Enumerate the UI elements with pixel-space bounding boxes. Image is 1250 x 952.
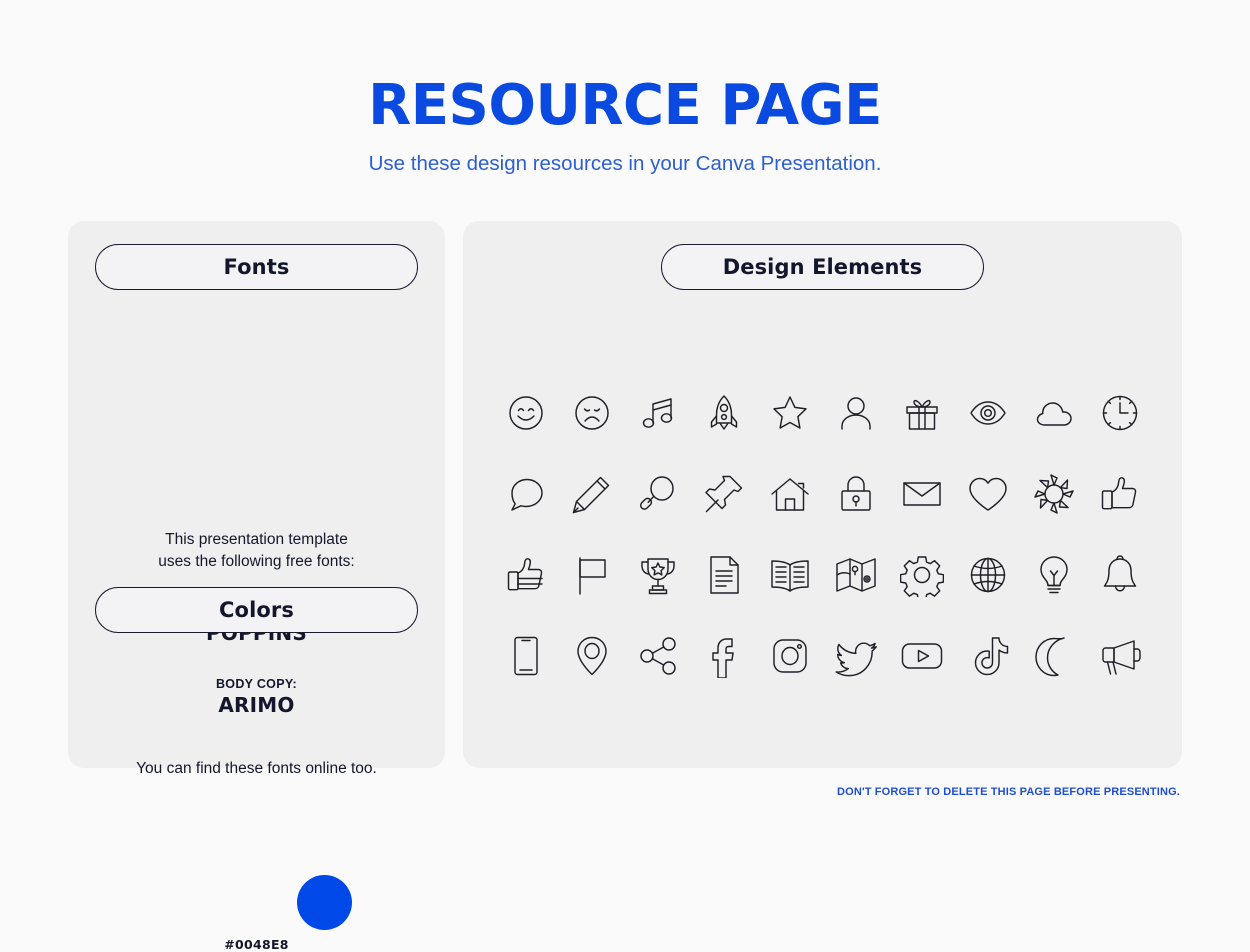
colors-section-heading[interactable]: Colors (95, 587, 418, 633)
house-icon[interactable] (762, 466, 818, 522)
instagram-icon[interactable] (762, 628, 818, 684)
color-hex-label: #0048E8 (224, 937, 289, 952)
smiley-sad-icon[interactable] (564, 385, 620, 441)
phone-icon[interactable] (498, 628, 554, 684)
gear-icon[interactable] (894, 547, 950, 603)
clock-icon[interactable] (1092, 385, 1148, 441)
open-book-icon[interactable] (762, 547, 818, 603)
map-icon[interactable] (828, 547, 884, 603)
gift-icon[interactable] (894, 385, 950, 441)
share-icon[interactable] (630, 628, 686, 684)
body-font-label: BODY COPY: (215, 677, 298, 691)
colors-heading-label: Colors (219, 598, 294, 622)
footer-warning-note: DON'T FORGET TO DELETE THIS PAGE BEFORE … (837, 786, 1180, 798)
document-icon[interactable] (696, 547, 752, 603)
fonts-heading-label: Fonts (223, 255, 290, 279)
pencil-icon[interactable] (564, 466, 620, 522)
thumbs-up-icon[interactable] (1092, 466, 1148, 522)
megaphone-icon[interactable] (1092, 628, 1148, 684)
facebook-icon[interactable] (696, 628, 752, 684)
flag-icon[interactable] (564, 547, 620, 603)
location-pin-icon[interactable] (564, 628, 620, 684)
cloud-icon[interactable] (1026, 385, 1082, 441)
design-elements-icon-grid (493, 372, 1153, 696)
heart-icon[interactable] (960, 466, 1016, 522)
youtube-icon[interactable] (894, 628, 950, 684)
thumbs-up-icon[interactable] (498, 547, 554, 603)
globe-icon[interactable] (960, 547, 1016, 603)
twitter-icon[interactable] (828, 628, 884, 684)
sun-icon[interactable] (1026, 466, 1082, 522)
fonts-intro-line-2: uses the following free fonts: (158, 553, 355, 571)
moon-icon[interactable] (1026, 628, 1082, 684)
star-icon[interactable] (762, 385, 818, 441)
rocket-icon[interactable] (696, 385, 752, 441)
design-elements-section-heading[interactable]: Design Elements (661, 244, 984, 290)
trophy-icon[interactable] (630, 547, 686, 603)
eye-icon[interactable] (960, 385, 1016, 441)
fonts-intro-line-1: This presentation template (165, 531, 348, 548)
person-icon[interactable] (828, 385, 884, 441)
smiley-happy-icon[interactable] (498, 385, 554, 441)
envelope-icon[interactable] (894, 466, 950, 522)
lightbulb-icon[interactable] (1026, 547, 1082, 603)
pushpin-icon[interactable] (696, 466, 752, 522)
speech-bubble-icon[interactable] (498, 466, 554, 522)
bell-icon[interactable] (1092, 547, 1148, 603)
fonts-intro-text: This presentation template uses the foll… (68, 529, 445, 574)
fonts-section-heading[interactable]: Fonts (95, 244, 418, 290)
lock-icon[interactable] (828, 466, 884, 522)
music-note-icon[interactable] (630, 385, 686, 441)
tiktok-icon[interactable] (960, 628, 1016, 684)
page-header: RESOURCE PAGE Use these design resources… (0, 78, 1250, 177)
color-swatch[interactable] (297, 875, 352, 930)
fonts-panel: Fonts This presentation template uses th… (68, 221, 445, 952)
design-elements-heading-label: Design Elements (722, 255, 923, 279)
body-font-value: ARIMO (218, 693, 295, 717)
magnifier-icon[interactable] (630, 466, 686, 522)
fonts-outro-text: You can find these fonts online too. (136, 760, 377, 777)
page-title: RESOURCE PAGE (368, 73, 882, 138)
page-subtitle: Use these design resources in your Canva… (368, 152, 882, 175)
